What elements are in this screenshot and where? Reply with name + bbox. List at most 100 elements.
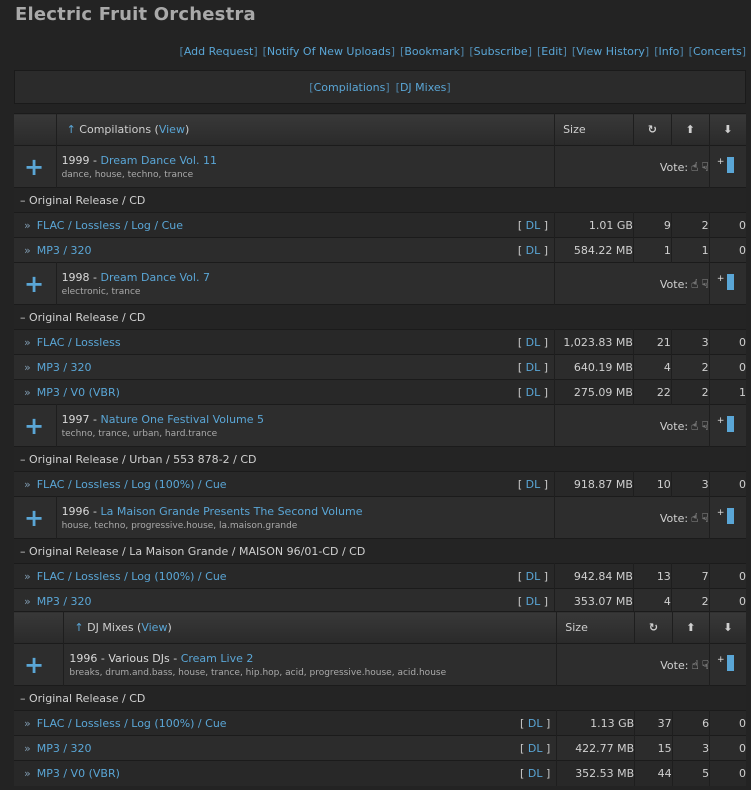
torrent-format-link[interactable]: FLAC / Lossless / Log / Cue: [37, 219, 183, 232]
group-title: 1998 - Dream Dance Vol. 7: [57, 271, 554, 284]
snatched-icon[interactable]: ↻: [634, 611, 673, 644]
seeders-icon[interactable]: ⬆: [671, 113, 710, 146]
group-tags: dance, house, techno, trance: [61, 169, 194, 180]
raquo-icon: »: [24, 766, 31, 780]
thumb-up-icon[interactable]: ☝: [691, 419, 698, 433]
expand-plus-icon[interactable]: +: [14, 412, 54, 440]
torrent-row: » MP3 / V0 (VBR)[ DL ] 352.53 MB 44 5 0: [14, 760, 746, 786]
torrent-size: 942.84 MB: [554, 563, 634, 589]
torrent-format-cell: » MP3 / 320 [ DL ]: [14, 735, 558, 761]
leechers-icon[interactable]: ⬇: [709, 113, 746, 146]
download-link[interactable]: DL: [526, 570, 541, 583]
thumb-down-icon[interactable]: ☟: [701, 419, 708, 433]
thumb-down-icon[interactable]: ☟: [701, 511, 708, 525]
link-bookmark-wrap: [Bookmark]: [400, 45, 464, 58]
add-bookmark-icon[interactable]: +: [717, 157, 734, 173]
snatched-count: 9: [633, 212, 672, 238]
category-link-dj-mixes[interactable]: DJ Mixes: [400, 81, 446, 94]
download-link-wrap: [ DL ]: [518, 244, 554, 257]
torrent-left: » MP3 / 320: [14, 244, 92, 257]
download-link[interactable]: DL: [526, 595, 541, 608]
bracket-close: ]: [540, 477, 549, 491]
download-link[interactable]: DL: [528, 717, 543, 730]
download-link[interactable]: DL: [526, 336, 541, 349]
expand-plus-icon[interactable]: +: [14, 270, 54, 298]
link-add-request[interactable]: Add Request: [184, 45, 253, 58]
torrent-format-link[interactable]: FLAC / Lossless / Log (100%) / Cue: [37, 570, 227, 583]
torrent-row: » FLAC / Lossless / Log (100%) / Cue [ DL …: [14, 563, 746, 589]
add-bookmark-icon[interactable]: +: [717, 416, 734, 432]
album-link[interactable]: Dream Dance Vol. 11: [101, 154, 217, 167]
group-title: 1999 - Dream Dance Vol. 11: [57, 154, 554, 167]
torrent-format-link[interactable]: MP3 / V0 (VBR): [37, 386, 120, 399]
torrent-format-cell: » MP3 / 320 [ DL ]: [14, 237, 556, 263]
thumb-down-icon[interactable]: ☟: [701, 160, 708, 174]
torrent-format-link[interactable]: FLAC / Lossless / Log (100%) / Cue: [37, 478, 227, 491]
download-link[interactable]: DL: [526, 361, 541, 374]
expand-plus-icon[interactable]: +: [14, 153, 54, 181]
torrent-line: » MP3 / 320 [ DL ]: [14, 244, 554, 257]
torrent-size: 275.09 MB: [554, 379, 634, 405]
torrent-format-link[interactable]: MP3 / 320: [37, 595, 92, 608]
expand-plus-icon[interactable]: +: [14, 504, 54, 532]
link-concerts[interactable]: Concerts: [693, 45, 742, 58]
download-link[interactable]: DL: [526, 478, 541, 491]
link-subscribe[interactable]: Subscribe: [474, 45, 528, 58]
torrent-format-link[interactable]: MP3 / V0 (VBR): [37, 767, 120, 780]
album-link[interactable]: La Maison Grande Presents The Second Vol…: [101, 505, 363, 518]
torrent-row: » FLAC / Lossless / Log (100%) / Cue [ DL …: [14, 471, 746, 497]
add-bookmark-icon[interactable]: +: [717, 655, 735, 671]
category-link-compilations-wrap: [Compilations]: [309, 81, 389, 94]
header-spacer: [14, 113, 57, 146]
snatched-icon[interactable]: ↻: [633, 113, 672, 146]
torrent-format-link[interactable]: MP3 / 320: [37, 742, 92, 755]
expand-plus-icon[interactable]: +: [14, 651, 54, 679]
link-notify-of-new-uploads[interactable]: Notify Of New Uploads: [267, 45, 391, 58]
group-title: 1997 - Nature One Festival Volume 5: [57, 413, 554, 426]
bookmark-plus: +: [716, 416, 725, 426]
link-view-history[interactable]: View History: [576, 45, 645, 58]
leechers-count: 0: [709, 329, 746, 355]
raquo-icon: »: [24, 594, 31, 608]
snatched-count: 10: [633, 471, 672, 497]
download-link[interactable]: DL: [528, 767, 543, 780]
torrent-row: » FLAC / Lossless / Log (100%) / Cue [ DL …: [14, 710, 746, 736]
album-link[interactable]: Nature One Festival Volume 5: [101, 413, 265, 426]
download-link[interactable]: DL: [526, 386, 541, 399]
album-link[interactable]: Cream Live 2: [181, 652, 254, 665]
torrent-format-link[interactable]: MP3 / 320: [37, 244, 92, 257]
torrent-format-link[interactable]: MP3 / 320: [37, 361, 92, 374]
link-edit[interactable]: Edit: [541, 45, 562, 58]
add-bookmark-icon[interactable]: +: [717, 274, 734, 290]
category-link-compilations[interactable]: Compilations: [314, 81, 386, 94]
leechers-icon[interactable]: ⬇: [709, 611, 746, 644]
torrent-format-link[interactable]: FLAC / Lossless: [37, 336, 121, 349]
album-link[interactable]: Dream Dance Vol. 7: [101, 271, 210, 284]
thumb-up-icon[interactable]: ☝: [691, 277, 698, 291]
group-title: 1996 - Various DJs - Cream Live 2: [64, 651, 555, 665]
group-info: 1998 - Dream Dance Vol. 7 electronic, tra…: [56, 262, 556, 305]
download-link[interactable]: DL: [526, 219, 541, 232]
seeders-icon[interactable]: ⬆: [672, 611, 711, 644]
link-info-wrap: [Info]: [654, 45, 683, 58]
thumb-up-icon[interactable]: ☝: [691, 658, 698, 672]
add-bookmark-icon[interactable]: +: [717, 508, 734, 524]
thumb-up-icon[interactable]: ☝: [691, 160, 698, 174]
link-info[interactable]: Info: [659, 45, 680, 58]
thumb-up-icon[interactable]: ☝: [691, 511, 698, 525]
view-link[interactable]: View: [159, 123, 185, 136]
artist-action-links: [Add Request] [Notify Of New Uploads] [Boo…: [175, 45, 746, 58]
thumb-down-icon[interactable]: ☟: [701, 277, 708, 291]
group-artist: Various DJs -: [108, 651, 181, 665]
torrent-size: 1.01 GB: [554, 212, 634, 238]
vote-cell: Vote: ☝ ☟: [554, 262, 710, 305]
link-add-request-wrap: [Add Request]: [180, 45, 258, 58]
thumb-down-icon[interactable]: ☟: [702, 658, 709, 672]
torrent-format-link[interactable]: FLAC / Lossless / Log (100%) / Cue: [37, 717, 227, 730]
artist-title: Electric Fruit Orchestra: [15, 4, 256, 25]
download-link[interactable]: DL: [528, 742, 543, 755]
link-bookmark[interactable]: Bookmark: [404, 45, 460, 58]
download-link[interactable]: DL: [526, 244, 541, 257]
view-link[interactable]: View: [141, 621, 167, 634]
torrent-row: » FLAC / Lossless[ DL ] 1,023.83 MB 21 3 0: [14, 329, 746, 355]
